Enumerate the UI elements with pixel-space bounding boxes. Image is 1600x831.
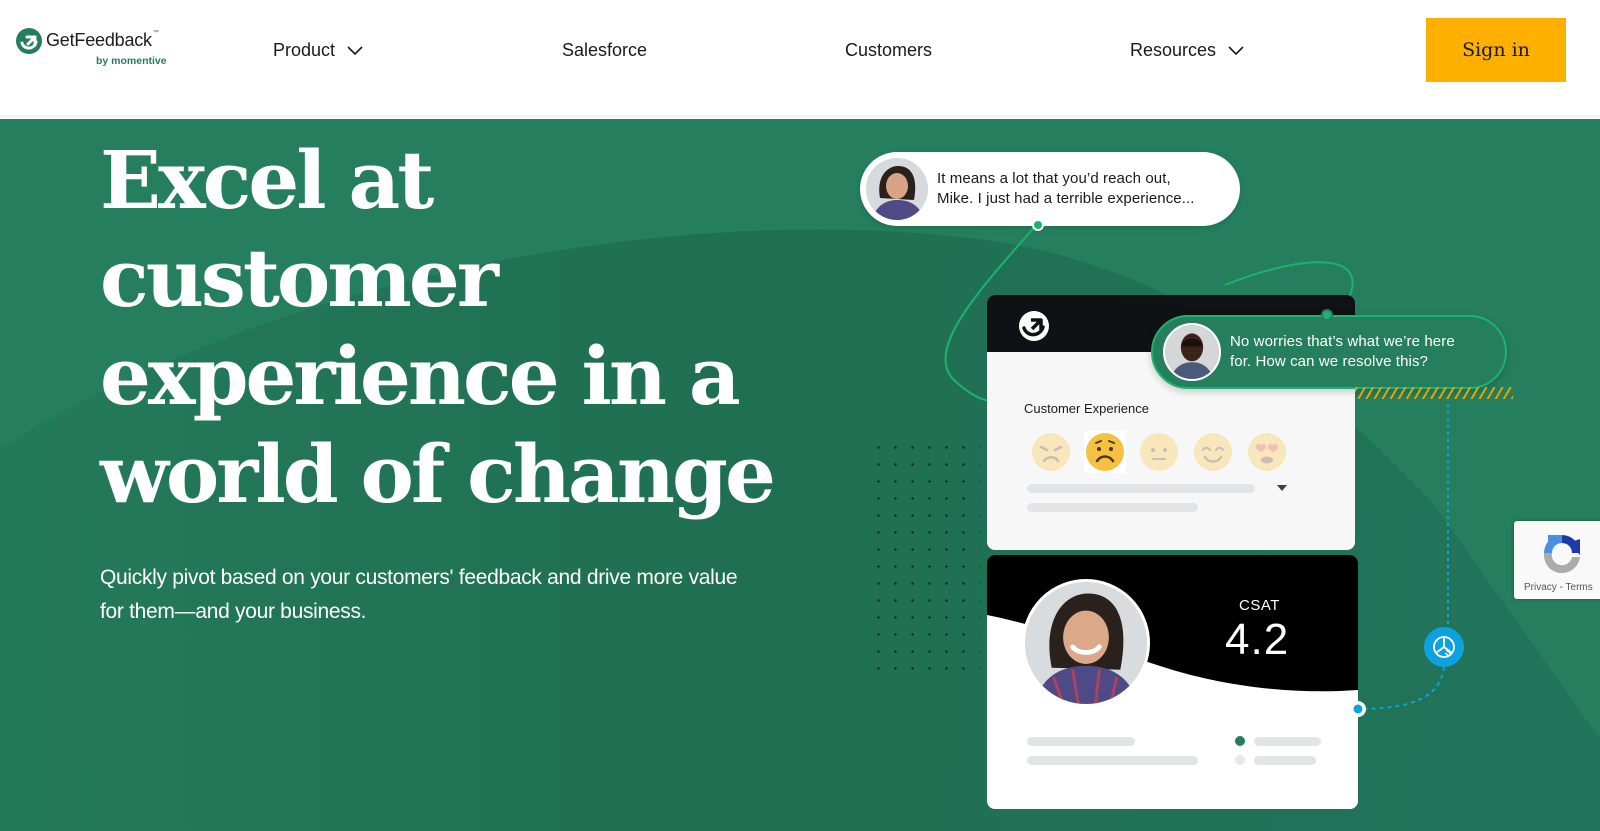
csat-card: CSAT 4.2: [987, 555, 1358, 809]
recaptcha-icon: [1543, 535, 1580, 574]
hero-subtext: Quickly pivot based on your customers' f…: [100, 566, 738, 623]
emoji-love-icon[interactable]: [1246, 431, 1288, 473]
placeholder-line: [1254, 737, 1321, 746]
getfeedback-logo-icon: [16, 28, 42, 54]
emoji-happy-icon[interactable]: [1192, 431, 1234, 473]
agent-message: No worries that’s what we’re here for. H…: [1230, 333, 1455, 370]
customer-chat-bubble: It means a lot that you’d reach out, Mik…: [860, 152, 1240, 226]
sign-in-button[interactable]: Sign in: [1426, 18, 1566, 82]
emoji-neutral-icon[interactable]: [1138, 431, 1180, 473]
dot-grid-decoration: [870, 439, 980, 679]
nav-customers[interactable]: Customers: [845, 40, 932, 61]
nav-customers-label: Customers: [845, 40, 933, 60]
headline-line: Excel at: [100, 133, 434, 227]
site-header: GetFeedback™ by momentive Product Salesf…: [0, 0, 1600, 117]
survey-question-title: Customer Experience: [1024, 401, 1149, 416]
placeholder-line: [1254, 756, 1316, 765]
brand-name: GetFeedback™: [46, 30, 159, 50]
placeholder-line: [1027, 484, 1255, 493]
nav-salesforce[interactable]: Salesforce: [562, 40, 647, 61]
connector-dot: [1350, 701, 1366, 717]
placeholder-line: [1027, 737, 1135, 746]
caret-down-icon[interactable]: [1277, 485, 1287, 491]
agent-chat-bubble: No worries that’s what we’re here for. H…: [1151, 315, 1507, 389]
customer-avatar: [866, 158, 928, 220]
csat-score: 4.2: [1225, 615, 1290, 664]
customer-photo: [1022, 579, 1150, 707]
recaptcha-links: Privacy - Terms: [1524, 582, 1593, 593]
getfeedback-logo[interactable]: GetFeedback™ by momentive: [16, 28, 186, 70]
connector-dot: [1321, 309, 1333, 321]
hero-headline: Excel at customer experience in a world …: [100, 131, 800, 523]
nav-salesforce-label: Salesforce: [562, 40, 648, 60]
headline-line: world of change: [100, 427, 776, 521]
emoji-rating-scale: [1024, 427, 1289, 477]
nav-product[interactable]: Product: [273, 40, 363, 61]
recaptcha-badge[interactable]: Privacy - Terms: [1514, 521, 1600, 599]
nav-resources[interactable]: Resources: [1130, 40, 1244, 61]
brand-subtitle: by momentive: [96, 55, 167, 67]
legend-dot-active: [1235, 736, 1245, 746]
placeholder-line: [1027, 756, 1198, 765]
pie-chart-icon: [1424, 627, 1464, 667]
recaptcha-privacy-link[interactable]: Privacy: [1524, 582, 1557, 593]
nav-product-label: Product: [273, 40, 336, 60]
nav-resources-label: Resources: [1130, 40, 1217, 60]
connector-dot: [1032, 219, 1044, 231]
chevron-down-icon: [1228, 45, 1244, 55]
emoji-angry-icon[interactable]: [1030, 431, 1072, 473]
headline-line: experience in a: [100, 329, 741, 423]
csat-label: CSAT: [1239, 597, 1280, 614]
agent-avatar: [1163, 323, 1221, 381]
customer-message: It means a lot that you’d reach out, Mik…: [937, 170, 1195, 207]
stripe-decoration: [1355, 387, 1513, 399]
legend-dot-inactive: [1235, 755, 1245, 765]
placeholder-line: [1027, 503, 1198, 512]
emoji-worried-icon[interactable]: [1084, 431, 1126, 473]
chevron-down-icon: [347, 45, 363, 55]
recaptcha-terms-link[interactable]: Terms: [1566, 582, 1593, 593]
getfeedback-logo-icon: [1019, 311, 1049, 341]
hero-section: Excel at customer experience in a world …: [0, 119, 1600, 831]
headline-line: customer: [100, 231, 499, 325]
